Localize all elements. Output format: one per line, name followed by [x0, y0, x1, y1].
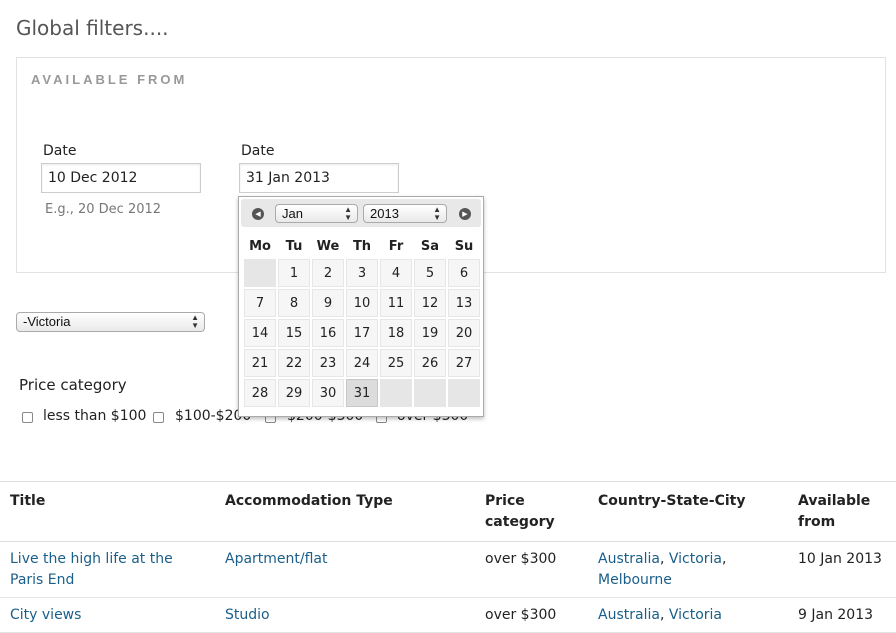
weekday-header: We — [316, 238, 340, 254]
calendar-day[interactable]: 2 — [312, 259, 344, 287]
table-row: Live the high life at the Paris End Apart… — [0, 541, 896, 598]
location-link[interactable]: Australia — [598, 607, 660, 623]
month-select[interactable]: Jan ▲ ▼ — [275, 204, 358, 223]
location-link[interactable]: Melbourne — [598, 572, 672, 588]
location-cell: Australia, Victoria — [588, 597, 788, 633]
price-category-label: Price category — [19, 376, 127, 394]
calendar-day[interactable]: 3 — [346, 259, 378, 287]
available-from-cell: 9 Jan 2013 — [788, 597, 896, 633]
fieldset-legend: AVAILABLE FROM — [31, 72, 188, 87]
calendar-week: 123456 — [244, 259, 480, 287]
region-select[interactable]: -Victoria ▲ ▼ — [16, 312, 205, 332]
calendar-empty-cell — [244, 259, 276, 287]
weekday-header: Th — [352, 238, 372, 254]
location-link[interactable]: Victoria — [669, 551, 722, 567]
calendar-day[interactable]: 4 — [380, 259, 412, 287]
accommodation-type-link[interactable]: Apartment/flat — [225, 551, 328, 567]
year-select[interactable]: 2013 ▲ ▼ — [363, 204, 447, 223]
weekday-header: Su — [454, 238, 474, 254]
calendar-week: 21 22 23 24 25 26 27 — [244, 349, 480, 377]
calendar-day[interactable]: 29 — [278, 379, 310, 407]
calendar-day[interactable]: 1 — [278, 259, 310, 287]
column-header: Available from — [788, 481, 896, 542]
calendar-week: 7 8 9 10 11 12 13 — [244, 289, 480, 317]
weekday-header: Mo — [249, 238, 271, 254]
calendar-day[interactable]: 20 — [448, 319, 480, 347]
month-select-value: Jan — [282, 206, 303, 221]
calendar-empty-cell — [414, 379, 446, 407]
calendar-day[interactable]: 30 — [312, 379, 344, 407]
calendar-day[interactable]: 19 — [414, 319, 446, 347]
date-from-input[interactable] — [41, 163, 201, 193]
calendar-day[interactable]: 15 — [278, 319, 310, 347]
calendar-day[interactable]: 6 — [448, 259, 480, 287]
table-row: City views Studio over $300 Australia, Vict… — [0, 597, 896, 633]
listing-title-link[interactable]: Live the high life at the Paris End — [10, 551, 173, 588]
datepicker-header: ◀ Jan ▲ ▼ 2013 ▲ ▼ ▶ — [241, 199, 481, 227]
calendar-day[interactable]: 16 — [312, 319, 344, 347]
calendar-day[interactable]: 10 — [346, 289, 378, 317]
calendar-day[interactable]: 7 — [244, 289, 276, 317]
calendar-day[interactable]: 21 — [244, 349, 276, 377]
price-cell: over $300 — [475, 597, 588, 633]
location-link[interactable]: Victoria — [669, 607, 722, 623]
calendar-day[interactable]: 27 — [448, 349, 480, 377]
calendar-day[interactable]: 13 — [448, 289, 480, 317]
date-to-input[interactable] — [239, 163, 399, 193]
calendar-day[interactable]: 22 — [278, 349, 310, 377]
prev-month-icon[interactable]: ◀ — [252, 208, 264, 220]
calendar-day[interactable]: 11 — [380, 289, 412, 317]
accommodation-type-link[interactable]: Studio — [225, 607, 270, 623]
column-header: Title — [0, 481, 215, 542]
calendar-empty-cell — [380, 379, 412, 407]
calendar-day[interactable]: 12 — [414, 289, 446, 317]
calendar-day[interactable]: 9 — [312, 289, 344, 317]
calendar-day[interactable]: 5 — [414, 259, 446, 287]
price-checkbox-under-100[interactable] — [22, 412, 33, 423]
datepicker-popup: ◀ Jan ▲ ▼ 2013 ▲ ▼ ▶ Mo Tu We Th Fr Sa Su 123456… — [238, 196, 484, 417]
listing-title-link[interactable]: City views — [10, 607, 81, 623]
location-link[interactable]: Australia — [598, 551, 660, 567]
calendar-day[interactable]: 23 — [312, 349, 344, 377]
title-cell: City views — [0, 597, 215, 633]
calendar-day[interactable]: 8 — [278, 289, 310, 317]
type-cell: Apartment/flat — [215, 541, 475, 598]
region-select-value: -Victoria — [23, 314, 71, 329]
next-month-icon[interactable]: ▶ — [459, 208, 471, 220]
calendar-day[interactable]: 25 — [380, 349, 412, 377]
results-table: Title Accommodation Type Price category Cou… — [0, 481, 896, 633]
location-cell: Australia, Victoria, Melbourne — [588, 541, 788, 598]
calendar-week: 14 15 16 17 18 19 20 — [244, 319, 480, 347]
calendar-day[interactable]: 17 — [346, 319, 378, 347]
select-arrows-icon: ▲ ▼ — [433, 205, 441, 222]
column-header: Price category — [475, 481, 588, 542]
date-from-description: E.g., 20 Dec 2012 — [45, 202, 162, 217]
available-from-cell: 10 Jan 2013 — [788, 541, 896, 598]
calendar-day-selected[interactable]: 31 — [346, 379, 378, 407]
price-checkbox-100-200[interactable] — [153, 412, 164, 423]
column-header: Country-State-City — [588, 481, 788, 542]
weekday-header: Fr — [388, 238, 404, 254]
column-header: Accommodation Type — [215, 481, 475, 542]
title-cell: Live the high life at the Paris End — [0, 541, 215, 598]
weekday-header: Tu — [285, 238, 303, 254]
weekday-header: Sa — [420, 238, 440, 254]
calendar-day[interactable]: 26 — [414, 349, 446, 377]
calendar-grid: Mo Tu We Th Fr Sa Su 1 2 3 4 5 6 7 8 9 10 11 12 13 14 15 16 17… — [242, 233, 482, 409]
select-arrows-icon: ▲ ▼ — [191, 313, 199, 330]
calendar-day[interactable]: 28 — [244, 379, 276, 407]
calendar-day[interactable]: 18 — [380, 319, 412, 347]
calendar-week: 28 29 30 31 — [244, 379, 480, 407]
year-select-value: 2013 — [370, 206, 399, 221]
price-cell: over $300 — [475, 541, 588, 598]
date-to-label: Date — [241, 143, 275, 159]
calendar-day[interactable]: 24 — [346, 349, 378, 377]
type-cell: Studio — [215, 597, 475, 633]
price-option-label: less than $100 — [43, 408, 147, 424]
calendar-day[interactable]: 14 — [244, 319, 276, 347]
page-title: Global filters.... — [16, 16, 169, 40]
calendar-empty-cell — [448, 379, 480, 407]
select-arrows-icon: ▲ ▼ — [344, 205, 352, 222]
date-from-label: Date — [43, 143, 77, 159]
